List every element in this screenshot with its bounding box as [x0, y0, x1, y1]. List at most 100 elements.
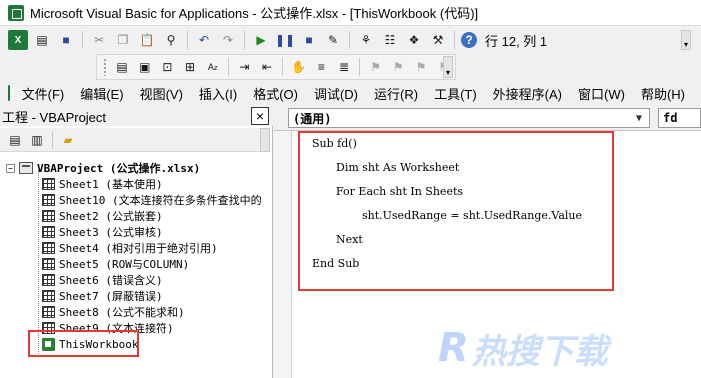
toolbar-separator [52, 130, 53, 149]
code-line[interactable]: End Sub [312, 257, 359, 270]
tree-item-label: Sheet6 (错误含义) [59, 274, 163, 287]
reset-icon[interactable]: ■ [299, 30, 319, 50]
properties-icon[interactable]: ☷ [380, 30, 400, 50]
collapse-icon[interactable]: − [6, 163, 15, 173]
code-line[interactable]: Dim sht As Worksheet [336, 161, 459, 174]
tree-connector [38, 170, 39, 356]
excel-menu-icon[interactable] [8, 85, 20, 101]
thisworkbook-highlight [28, 330, 139, 357]
menu-window[interactable]: 窗口(W) [578, 84, 625, 103]
edit-toolbar-overflow-button[interactable]: ▾ [443, 56, 453, 78]
toolbar-separator [359, 58, 361, 76]
project-explorer-scrollbar[interactable] [260, 128, 270, 152]
redo-icon[interactable]: ↷ [218, 30, 238, 50]
code-line[interactable]: sht.UsedRange = sht.UsedRange.Value [362, 209, 582, 222]
code-line[interactable]: Next [336, 233, 363, 246]
cut-icon[interactable]: ✂ [89, 30, 109, 50]
break-icon[interactable]: ❚❚ [275, 30, 295, 50]
menu-format[interactable]: 格式(O) [253, 84, 298, 103]
tree-item-sheet[interactable]: Sheet2 (公式嵌套) [42, 208, 163, 224]
project-explorer-title: 工程 - VBAProject [2, 109, 107, 125]
save-icon[interactable]: ■ [56, 30, 76, 50]
tree-item-sheet[interactable]: Sheet7 (屏蔽错误) [42, 288, 163, 304]
menu-help[interactable]: 帮助(H) [641, 84, 685, 103]
worksheet-icon [42, 306, 55, 318]
worksheet-icon [42, 194, 55, 206]
tree-item-sheet[interactable]: Sheet8 (公式不能求和) [42, 304, 185, 320]
indent-icon[interactable]: ⇥ [235, 57, 254, 77]
menu-view[interactable]: 视图(V) [140, 84, 183, 103]
parameter-info-icon[interactable]: ⊞ [181, 57, 200, 77]
worksheet-icon [42, 178, 55, 190]
tree-root[interactable]: − VBAProject (公式操作.xlsx) [6, 160, 200, 176]
toolbar-overflow-button[interactable]: ▾ [681, 30, 691, 50]
tree-item-label: Sheet10 (文本连接符在多条件查找中的 [59, 194, 262, 207]
worksheet-icon [42, 226, 55, 238]
tree-item-sheet[interactable]: Sheet10 (文本连接符在多条件查找中的 [42, 192, 262, 208]
toolbar-separator [349, 31, 350, 49]
view-object-icon[interactable]: ▥ [28, 131, 46, 149]
object-dropdown[interactable]: (通用) ▼ [288, 108, 650, 128]
tree-item-label: Sheet4 (相对引用于绝对引用) [59, 242, 218, 255]
object-browser-icon[interactable]: ❖ [404, 30, 424, 50]
view-excel-icon[interactable]: X [8, 30, 28, 50]
quick-info-icon[interactable]: ⊡ [158, 57, 177, 77]
toolbar-separator [454, 31, 455, 49]
tree-item-sheet[interactable]: Sheet1 (基本使用) [42, 176, 163, 192]
menu-edit[interactable]: 编辑(E) [80, 84, 123, 103]
excel-app-icon [8, 4, 24, 21]
help-icon[interactable]: ? [461, 32, 477, 48]
previous-bookmark-icon[interactable]: ⚑ [412, 57, 431, 77]
design-mode-icon[interactable]: ✎ [323, 30, 343, 50]
menu-file[interactable]: 文件(F) [22, 84, 65, 103]
toolbar-separator [282, 58, 284, 76]
paste-icon[interactable]: 📋 [137, 30, 157, 50]
menu-debug[interactable]: 调试(D) [314, 84, 358, 103]
toolbar-grip[interactable] [103, 58, 107, 76]
watermark: R 热搜下载 [438, 322, 698, 374]
worksheet-icon [42, 258, 55, 270]
comment-block-icon[interactable]: ≡ [312, 57, 331, 77]
tree-item-sheet[interactable]: Sheet3 (公式审核) [42, 224, 163, 240]
watermark-text: 热搜下载 [471, 331, 608, 372]
menu-bar: 文件(F) 编辑(E) 视图(V) 插入(I) 格式(O) 调试(D) 运行(R… [0, 80, 701, 106]
project-explorer-icon[interactable]: ⚘ [356, 30, 376, 50]
toolbox-icon[interactable]: ⚒ [428, 30, 448, 50]
list-constants-icon[interactable]: ▣ [135, 57, 154, 77]
run-icon[interactable]: ▶ [251, 30, 271, 50]
tree-item-label: Sheet8 (公式不能求和) [59, 306, 185, 319]
insert-module-icon[interactable]: ▤ [32, 30, 52, 50]
worksheet-icon [42, 290, 55, 302]
menu-run[interactable]: 运行(R) [374, 84, 418, 103]
object-dropdown-value: (通用) [293, 111, 332, 126]
code-window-header: (通用) ▼ fd [274, 106, 701, 130]
uncomment-block-icon[interactable]: ≣ [335, 57, 354, 77]
code-line[interactable]: For Each sht In Sheets [336, 185, 463, 198]
outdent-icon[interactable]: ⇤ [258, 57, 277, 77]
code-line[interactable]: Sub fd() [312, 137, 357, 150]
tree-item-label: Sheet2 (公式嵌套) [59, 210, 163, 223]
tree-item-sheet[interactable]: Sheet4 (相对引用于绝对引用) [42, 240, 218, 256]
tree-item-sheet[interactable]: Sheet6 (错误含义) [42, 272, 163, 288]
view-code-icon[interactable]: ▤ [6, 131, 24, 149]
code-margin-indicator-bar[interactable] [274, 131, 292, 378]
title-bar: Microsoft Visual Basic for Applications … [0, 0, 701, 26]
close-icon[interactable]: × [251, 107, 269, 125]
chevron-down-icon[interactable]: ▼ [631, 110, 647, 126]
toggle-breakpoint-icon[interactable]: ✋ [289, 57, 308, 77]
menu-insert[interactable]: 插入(I) [199, 84, 237, 103]
standard-toolbar: X ▤ ■ ✂ ❐ 📋 ⚲ ↶ ↷ ▶ ❚❚ ■ ✎ ⚘ ☷ ❖ ⚒ ? 行 1… [0, 27, 701, 53]
toggle-bookmark-icon[interactable]: ⚑ [366, 57, 385, 77]
find-icon[interactable]: ⚲ [161, 30, 181, 50]
list-properties-icon[interactable]: ▤ [113, 57, 132, 77]
menu-addins[interactable]: 外接程序(A) [493, 84, 562, 103]
copy-icon[interactable]: ❐ [113, 30, 133, 50]
tree-item-sheet[interactable]: Sheet5 (ROW与COLUMN) [42, 256, 189, 272]
next-bookmark-icon[interactable]: ⚑ [389, 57, 408, 77]
procedure-dropdown[interactable]: fd [658, 108, 701, 128]
undo-icon[interactable]: ↶ [194, 30, 214, 50]
toggle-folders-icon[interactable]: ▰ [59, 131, 77, 149]
procedure-dropdown-value: fd [663, 111, 678, 125]
menu-tools[interactable]: 工具(T) [434, 84, 477, 103]
complete-word-icon[interactable]: Az [203, 57, 222, 77]
